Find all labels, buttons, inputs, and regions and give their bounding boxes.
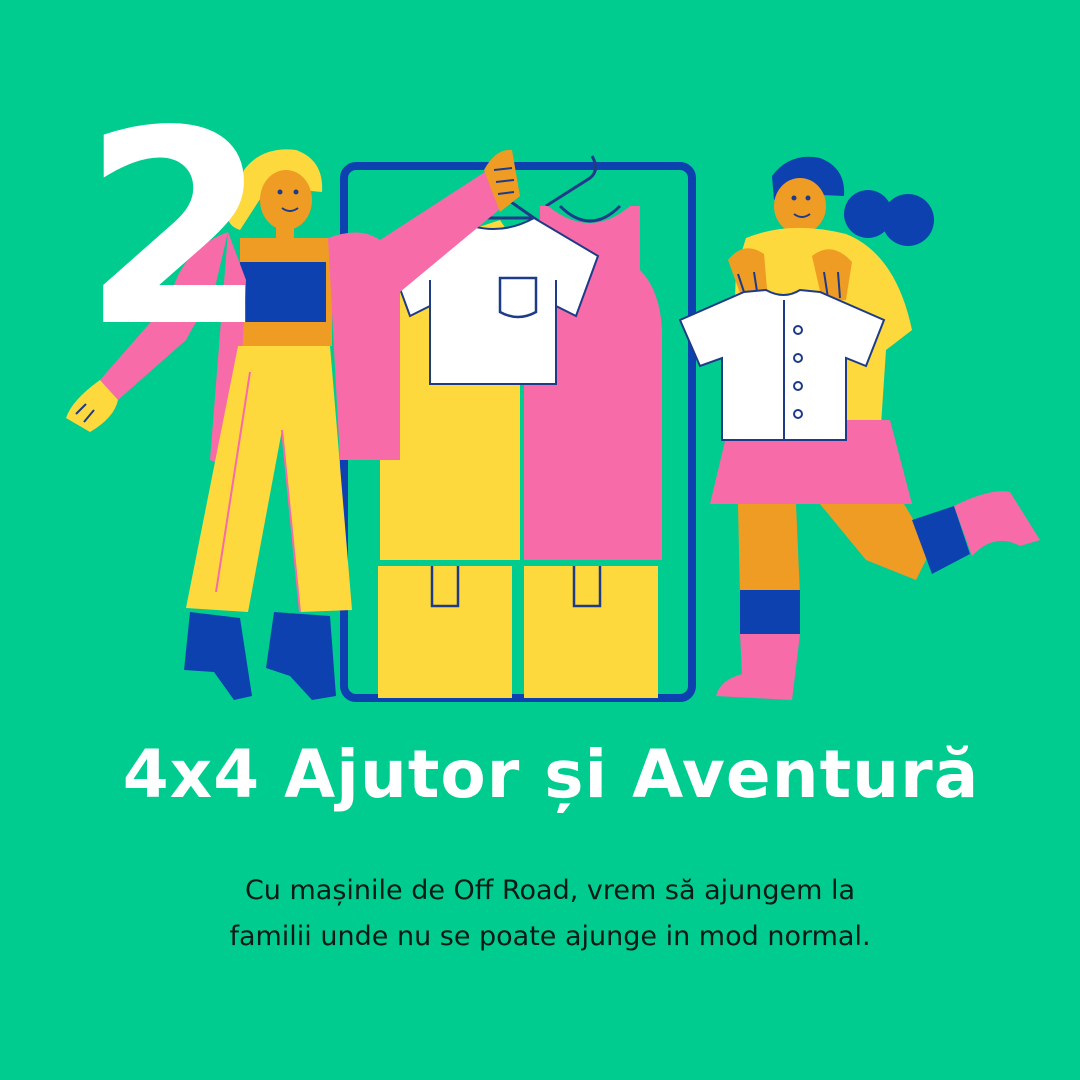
description-line-2: familii unde nu se poate ajunge in mod n… [229,921,871,952]
headline: 4x4 Ajutor și Aventură [122,736,980,813]
description: Cu mașinile de Off Road, vrem să ajungem… [150,868,950,960]
poster: 2 4x4 Ajutor și Aventură Cu mașinile de … [0,0,1080,1080]
step-number: 2 [82,74,268,386]
description-line-1: Cu mașinile de Off Road, vrem să ajungem… [244,875,856,906]
yellow-boxes [378,566,658,698]
